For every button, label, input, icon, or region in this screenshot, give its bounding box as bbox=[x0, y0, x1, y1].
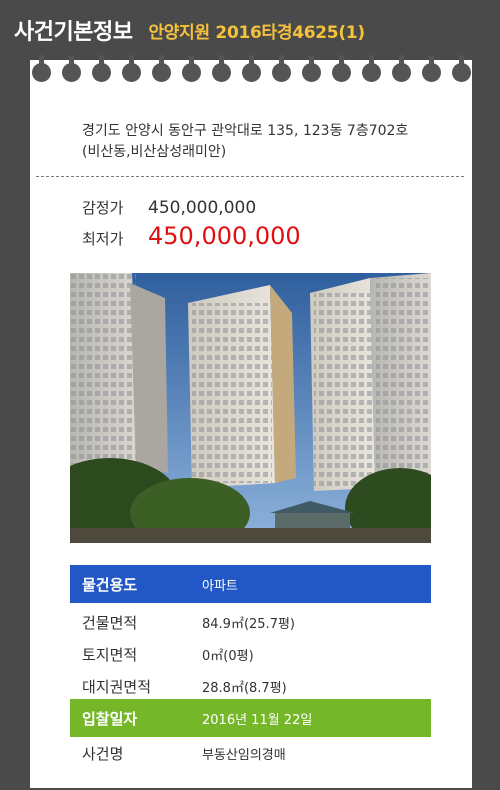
bid-date-row: 입찰일자 2016년 11월 22일 bbox=[70, 699, 431, 737]
ring-11 bbox=[332, 55, 351, 82]
land-right-area-label: 대지권면적 bbox=[82, 677, 152, 696]
bid-date-value: 2016년 11월 22일 bbox=[202, 712, 313, 728]
page-title: 사건기본정보 bbox=[14, 20, 133, 45]
land-area-row: 토지면적 0㎡(0평) bbox=[70, 638, 431, 670]
ring-2 bbox=[62, 55, 81, 82]
usage-row: 물건용도 아파트 bbox=[70, 565, 431, 603]
header-bar: 사건기본정보 안양지원 2016타경4625(1) bbox=[0, 0, 500, 60]
land-area-value: 0㎡(0평) bbox=[202, 648, 254, 664]
bid-date-label: 입찰일자 bbox=[82, 709, 138, 728]
minimum-price-row: 최저가 450,000,000 bbox=[82, 222, 301, 250]
land-right-area-row: 대지권면적 28.8㎡(8.7평) bbox=[70, 670, 431, 702]
dotted-divider bbox=[36, 176, 464, 177]
building-area-row: 건물면적 84.9㎡(25.7평) bbox=[70, 606, 431, 638]
ring-1 bbox=[32, 55, 51, 82]
minimum-label: 최저가 bbox=[82, 230, 124, 248]
case-name-row: 사건명 부동산임의경매 bbox=[70, 737, 431, 769]
ring-14 bbox=[422, 55, 441, 82]
property-address: 경기도 안양시 동안구 관악대로 135, 123동 7층702호 (비산동,비… bbox=[82, 123, 409, 160]
ring-4 bbox=[122, 55, 141, 82]
ring-5 bbox=[152, 55, 171, 82]
usage-label: 물건용도 bbox=[82, 575, 138, 594]
ring-12 bbox=[362, 55, 381, 82]
land-right-area-value: 28.8㎡(8.7평) bbox=[202, 680, 287, 696]
case-name-label: 사건명 bbox=[82, 744, 124, 763]
ring-8 bbox=[242, 55, 261, 82]
case-number: 안양지원 2016타경4625(1) bbox=[148, 22, 365, 43]
minimum-value: 450,000,000 bbox=[148, 222, 301, 250]
ring-7 bbox=[212, 55, 231, 82]
case-name-value: 부동산임의경매 bbox=[202, 747, 286, 763]
building-area-label: 건물면적 bbox=[82, 613, 138, 632]
ring-6 bbox=[182, 55, 201, 82]
ring-13 bbox=[392, 55, 411, 82]
appraisal-price-row: 감정가 450,000,000 bbox=[82, 197, 256, 218]
appraisal-label: 감정가 bbox=[82, 199, 124, 217]
appraisal-value: 450,000,000 bbox=[148, 198, 257, 218]
land-area-label: 토지면적 bbox=[82, 645, 138, 664]
building-area-value: 84.9㎡(25.7평) bbox=[202, 616, 295, 632]
binder-rings bbox=[30, 55, 472, 89]
property-photo[interactable] bbox=[70, 273, 431, 543]
ring-9 bbox=[272, 55, 291, 82]
ring-15 bbox=[452, 55, 471, 82]
ring-10 bbox=[302, 55, 321, 82]
usage-value: 아파트 bbox=[202, 578, 238, 594]
ring-3 bbox=[92, 55, 111, 82]
